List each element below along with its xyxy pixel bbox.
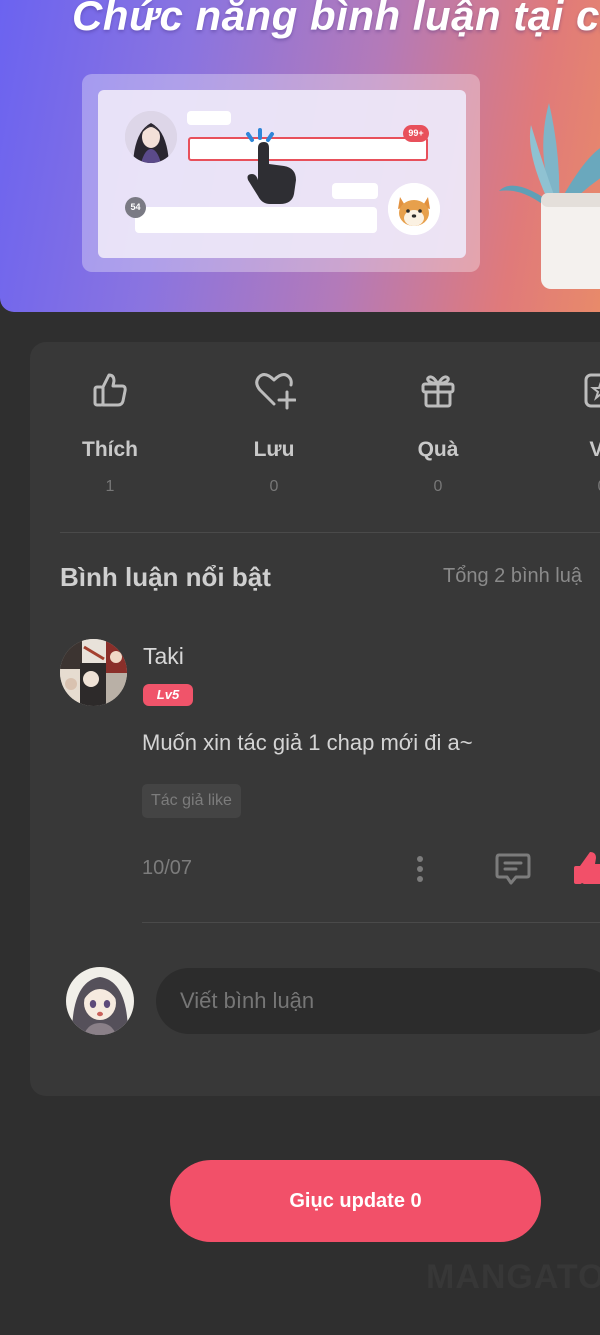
vote-label: Vo xyxy=(589,438,600,461)
thumbs-up-icon xyxy=(93,373,127,407)
comment-like-icon[interactable] xyxy=(574,848,600,888)
vote-action-button[interactable]: Vo 0 xyxy=(542,370,600,496)
author-liked-tag: Tác giả like xyxy=(142,784,241,818)
commenter-name[interactable]: Taki xyxy=(143,643,184,670)
comments-total-link[interactable]: Tổng 2 bình luậ xyxy=(443,565,582,588)
vote-ticket-icon xyxy=(584,373,600,408)
gift-action-button[interactable]: Quà 0 xyxy=(378,370,498,496)
featured-comments-title: Bình luận nổi bật xyxy=(60,562,271,592)
watermark-logo: MANGATO xyxy=(426,1258,600,1296)
plant-decoration-icon xyxy=(499,103,600,289)
current-user-avatar xyxy=(66,967,134,1035)
banner-mock-bubble xyxy=(135,207,377,233)
actions-divider xyxy=(60,532,600,533)
banner-avatar-shiba xyxy=(388,183,440,235)
like-label: Thích xyxy=(82,438,138,461)
comment-text: Muốn xin tác giả 1 chap mới đi a~ xyxy=(142,730,473,755)
gift-count: 0 xyxy=(433,478,443,495)
gift-label: Quà xyxy=(417,438,459,461)
save-count: 0 xyxy=(269,478,279,495)
commenter-avatar[interactable] xyxy=(60,639,127,706)
banner-unread-badge: 99+ xyxy=(403,125,429,142)
comment-input[interactable] xyxy=(156,968,600,1034)
gift-icon xyxy=(421,375,455,408)
save-action-button[interactable]: Lưu 0 xyxy=(214,370,334,496)
banner-name-pill-2 xyxy=(332,183,378,199)
urge-update-button[interactable]: Giục update 0 xyxy=(170,1160,541,1242)
like-count: 1 xyxy=(105,478,115,495)
vote-count: 0 xyxy=(542,478,600,496)
banner-count-badge: 54 xyxy=(125,197,146,218)
more-options-icon[interactable] xyxy=(410,852,430,886)
like-action-button[interactable]: Thích 1 xyxy=(50,370,170,496)
banner-avatar-girl xyxy=(125,111,177,163)
heart-plus-icon xyxy=(255,373,296,410)
comment-date: 10/07 xyxy=(142,857,193,879)
comment-divider xyxy=(142,922,600,923)
reply-comment-icon[interactable] xyxy=(494,850,532,888)
pointer-hand-icon xyxy=(246,128,296,204)
banner-name-pill xyxy=(187,111,231,125)
promo-banner[interactable]: Chức năng bình luận tại ch 99+ 54 xyxy=(0,0,600,312)
save-label: Lưu xyxy=(253,438,295,461)
banner-title: Chức năng bình luận tại ch xyxy=(72,0,600,39)
level-badge: Lv5 xyxy=(143,684,193,706)
